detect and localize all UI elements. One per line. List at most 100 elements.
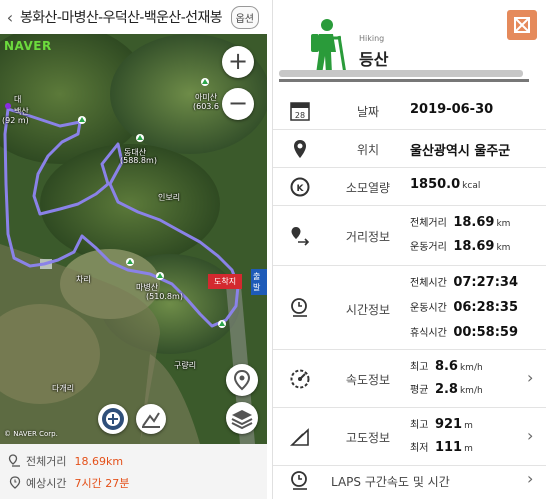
zoom-in-button[interactable]: + [222, 46, 254, 78]
location-pin-button[interactable] [226, 364, 258, 396]
naver-logo: NAVER [4, 39, 52, 53]
max-speed-unit: km/h [459, 363, 483, 373]
altitude-icon [289, 428, 309, 446]
rest-time-value: 00:58:59 [453, 325, 519, 340]
speedometer-icon [290, 369, 310, 389]
max-altitude-group: 최고 921 m [410, 416, 473, 432]
calendar-icon: 28 [290, 102, 310, 121]
avg-speed-group: 평균 2.8 km/h [410, 381, 483, 397]
laps-label: LAPS 구간속도 및 시간 [331, 475, 450, 489]
max-speed-group: 최고 8.6 km/h [410, 358, 483, 374]
finish-tag: 도착지 [208, 274, 243, 289]
time-row: 시간정보 전체시간 07:27:34 운동시간 06:28:35 휴식시간 00… [273, 266, 546, 350]
sport-name-en: Hiking [359, 34, 385, 43]
calories-row: K 소모열량 1850.0 kcal [273, 168, 546, 206]
moving-time-group: 운동시간 06:28:35 [410, 299, 518, 315]
min-altitude-unit: m [464, 444, 473, 454]
share-icon [514, 17, 530, 33]
sport-name-ko: 등산 [359, 50, 389, 69]
rest-time-group: 휴식시간 00:58:59 [410, 324, 518, 340]
min-altitude-group: 최저 111 m [410, 439, 473, 455]
moving-distance-key: 운동거리 [410, 242, 447, 253]
total-distance-row: 전체거리 18.69km [8, 450, 259, 472]
layers-button[interactable] [226, 402, 258, 434]
satellite-map[interactable]: NAVER 아미산 (603.6 동대산 (588.8m) 인보리 마병산 (5… [0, 34, 267, 444]
map-pin-icon [294, 140, 306, 158]
time-label: 시간정보 [345, 303, 391, 317]
total-distance-key: 전체거리 [410, 218, 447, 229]
map-label: (603.6 [193, 102, 220, 111]
max-speed-value: 8.6 [434, 359, 458, 374]
altitude-row[interactable]: 고도정보 최고 921 m 최저 111 m › [273, 408, 546, 466]
location-row: 위치 울산광역시 울주군 [273, 130, 546, 168]
rest-time-key: 휴식시간 [410, 328, 447, 339]
total-time-value: 07:27:34 [453, 275, 519, 290]
route-pin-icon [8, 454, 20, 467]
total-distance-group: 전체거리 18.69 km [410, 214, 510, 230]
chevron-right-icon[interactable]: › [527, 469, 533, 488]
route-distance-icon [291, 227, 310, 246]
activity-stats: 28 날짜 2019-06-30 위치 울산광역시 울주군 K 소모열량 185… [273, 92, 546, 496]
moving-distance-unit: km [496, 243, 511, 253]
total-distance-unit: km [496, 219, 511, 229]
total-time-group: 전체시간 07:27:34 [410, 274, 518, 290]
kcal-gauge-icon: K [290, 177, 310, 197]
compass-button[interactable] [98, 404, 128, 434]
calendar-icon-day: 28 [295, 111, 305, 120]
chevron-left-icon[interactable]: ‹ [0, 8, 20, 27]
date-value: 2019-06-30 [410, 102, 494, 117]
total-distance-value: 18.69km [74, 454, 124, 468]
calories-label: 소모열량 [345, 181, 391, 195]
chevron-right-icon[interactable]: › [527, 426, 533, 445]
speed-row[interactable]: 속도정보 최고 8.6 km/h 평균 2.8 km/h › [273, 350, 546, 408]
map-label: 대 [14, 95, 22, 104]
total-distance-label: 전체거리 [26, 455, 67, 468]
map-label: 다개리 [52, 384, 75, 393]
altitude-label: 고도정보 [345, 431, 391, 445]
max-altitude-value: 921 [434, 417, 463, 432]
min-altitude-value: 111 [434, 440, 463, 455]
chevron-right-icon[interactable]: › [527, 368, 533, 387]
moving-distance-group: 운동거리 18.69 km [410, 238, 510, 254]
header-divider [279, 79, 529, 82]
elevation-button[interactable] [136, 404, 166, 434]
header-stripe [279, 70, 523, 77]
route-summary: 전체거리 18.69km 예상시간 7시간 27분 [0, 444, 267, 499]
distance-label: 거리정보 [345, 230, 391, 244]
share-button[interactable] [507, 10, 537, 40]
route-header: ‹ 봉화산-마병산-우덕산-백운산-선재봉 옵션 [0, 0, 267, 34]
calories-unit: kcal [462, 181, 481, 191]
moving-distance-value: 18.69 [453, 239, 495, 254]
location-label: 위치 [356, 143, 380, 157]
expected-time-row: 예상시간 7시간 27분 [8, 472, 259, 494]
calories-value: 1850.0 [410, 177, 461, 192]
distance-row: 거리정보 전체거리 18.69 km 운동거리 18.69 km [273, 206, 546, 266]
max-altitude-key: 최고 [410, 420, 429, 431]
zoom-out-button[interactable]: − [222, 88, 254, 120]
laps-row[interactable]: LAPS 구간속도 및 시간 › [273, 466, 546, 496]
map-label: (510.8m) [146, 292, 183, 301]
route-map-panel: ‹ 봉화산-마병산-우덕산-백운산-선재봉 옵션 NAVER 아미산 (603.… [0, 0, 267, 499]
map-copyright: © NAVER Corp. [4, 430, 58, 438]
expected-time-value: 7시간 27분 [74, 477, 130, 490]
route-title: 봉화산-마병산-우덕산-백운산-선재봉 [20, 10, 223, 26]
map-label: (92 m) [2, 116, 29, 125]
clock-pin-icon [9, 476, 21, 489]
date-label: 날짜 [356, 105, 380, 119]
moving-time-value: 06:28:35 [453, 300, 519, 315]
elevation-icon [142, 412, 160, 428]
time-pin-icon [291, 298, 307, 317]
map-label: 인보리 [158, 193, 181, 202]
compass-icon [102, 408, 124, 430]
activity-header: Hiking 등산 [273, 0, 546, 88]
date-row: 28 날짜 2019-06-30 [273, 92, 546, 130]
layers-icon [231, 410, 253, 430]
avg-speed-value: 2.8 [434, 382, 458, 397]
location-pin-icon [233, 369, 251, 391]
speed-label: 속도정보 [345, 373, 391, 387]
option-button[interactable]: 옵션 [230, 5, 259, 29]
avg-speed-unit: km/h [459, 386, 483, 396]
hiker-icon [311, 19, 347, 75]
moving-time-key: 운동시간 [410, 303, 447, 314]
total-time-key: 전체시간 [410, 278, 447, 289]
